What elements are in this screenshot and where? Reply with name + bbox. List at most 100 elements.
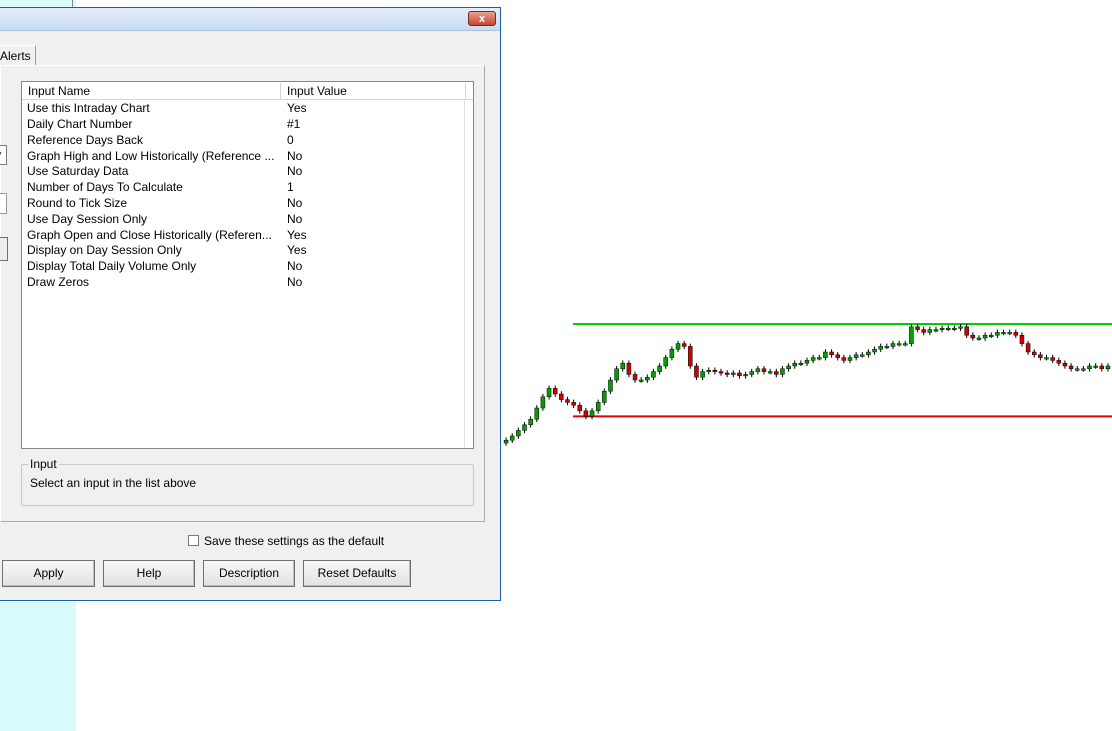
tab-alerts[interactable]: Alerts <box>0 45 36 66</box>
candle <box>761 366 767 375</box>
candle <box>718 368 724 376</box>
input-name: Use Saturday Data <box>27 164 129 178</box>
candle <box>774 368 779 378</box>
candle <box>712 367 718 375</box>
candle <box>970 332 976 341</box>
candle <box>565 396 570 406</box>
candle <box>552 385 558 397</box>
chevron-down-icon: ▼ <box>0 150 3 159</box>
candle <box>976 335 982 341</box>
candle <box>921 326 926 336</box>
list-item[interactable]: Round to Tick Size No <box>22 196 473 212</box>
input-name: Graph High and Low Historically (Referen… <box>27 149 275 163</box>
candle <box>1056 357 1062 366</box>
candle <box>866 349 871 358</box>
input-group-label: Input <box>28 457 59 471</box>
partial-dropdown[interactable]: ▼ <box>0 145 7 165</box>
candle <box>946 325 951 331</box>
candle <box>1074 366 1080 372</box>
candle <box>853 352 859 361</box>
input-name: Reference Days Back <box>27 133 144 147</box>
save-default-checkbox[interactable] <box>188 535 199 546</box>
candle <box>927 326 933 336</box>
list-item[interactable]: Display on Day Session Only Yes <box>22 243 473 259</box>
candle <box>939 325 945 333</box>
candle <box>988 332 994 338</box>
candle <box>1099 363 1105 372</box>
dialog-titlebar[interactable]: x <box>0 8 500 31</box>
candle <box>884 343 890 350</box>
candle <box>528 416 533 428</box>
candle <box>767 368 773 375</box>
input-value: No <box>287 212 303 226</box>
list-item[interactable]: Reference Days Back 0 <box>22 133 473 149</box>
candle <box>503 437 509 446</box>
candle <box>651 368 656 380</box>
list-item[interactable]: Draw Zeros No <box>22 275 473 291</box>
input-name: Display on Day Session Only <box>27 243 182 257</box>
list-item[interactable]: Graph Open and Close Historically (Refer… <box>22 228 473 244</box>
candle <box>1081 366 1086 372</box>
candle <box>995 329 1000 338</box>
candle <box>1025 340 1031 355</box>
candle <box>786 363 791 372</box>
candle <box>860 352 865 358</box>
input-name: Draw Zeros <box>27 275 90 289</box>
help-button[interactable]: Help <box>103 560 195 587</box>
column-header-input-name[interactable]: Input Name <box>22 83 281 99</box>
candle <box>1007 329 1012 336</box>
apply-button[interactable]: Apply <box>2 560 95 587</box>
candle <box>804 357 810 366</box>
list-item[interactable]: Use Saturday Data No <box>22 164 473 180</box>
input-value: No <box>287 164 303 178</box>
candle <box>933 326 939 333</box>
input-name: Daily Chart Number <box>27 117 133 131</box>
candle <box>638 377 644 383</box>
candle <box>516 427 521 439</box>
input-name: Display Total Daily Volume Only <box>27 259 197 273</box>
input-description-text: Select an input in the list above <box>30 476 197 490</box>
candle <box>595 399 601 414</box>
input-value: 0 <box>287 133 294 147</box>
close-button[interactable]: x <box>468 11 496 26</box>
description-button[interactable]: Description <box>203 560 295 587</box>
candle <box>1105 363 1111 372</box>
candle <box>1013 329 1019 338</box>
list-item[interactable]: Daily Chart Number #1 <box>22 117 473 133</box>
list-item[interactable]: Graph High and Low Historically (Referen… <box>22 149 473 165</box>
candle <box>614 366 619 383</box>
input-value: Yes <box>287 243 307 257</box>
list-item[interactable]: Number of Days To Calculate 1 <box>22 180 473 196</box>
study-settings-dialog: x Alerts ▼ Input Name Input Value Use th… <box>0 7 501 601</box>
price-chart <box>503 323 1112 446</box>
candle <box>675 340 681 352</box>
candle <box>909 324 914 347</box>
candle <box>829 349 834 358</box>
tab-alerts-label: Alerts <box>0 49 31 63</box>
candle <box>798 360 804 366</box>
list-item[interactable]: Use Day Session Only No <box>22 212 473 228</box>
candle <box>632 371 638 383</box>
inputs-list[interactable]: Input Name Input Value Use this Intraday… <box>21 81 474 449</box>
candle <box>878 343 883 352</box>
list-item[interactable]: Display Total Daily Volume Only No <box>22 259 473 275</box>
candle <box>589 408 595 420</box>
candle <box>896 340 902 347</box>
candle <box>964 324 969 338</box>
list-item[interactable]: Use this Intraday Chart Yes <box>22 101 473 117</box>
column-header-input-value[interactable]: Input Value <box>281 83 466 99</box>
input-name: Graph Open and Close Historically (Refer… <box>27 228 272 242</box>
candle <box>792 360 797 369</box>
partial-text-field[interactable] <box>0 193 7 214</box>
candle <box>620 360 626 372</box>
input-value: 1 <box>287 180 294 194</box>
save-default-label[interactable]: Save these settings as the default <box>204 534 384 548</box>
save-default-row: Save these settings as the default <box>188 533 384 549</box>
candle <box>577 402 583 414</box>
candle <box>1068 363 1074 372</box>
candle <box>1093 363 1098 369</box>
reset-defaults-button[interactable]: Reset Defaults <box>303 560 411 587</box>
partial-button[interactable] <box>0 237 8 261</box>
candle <box>872 346 877 355</box>
candle <box>1001 329 1006 336</box>
